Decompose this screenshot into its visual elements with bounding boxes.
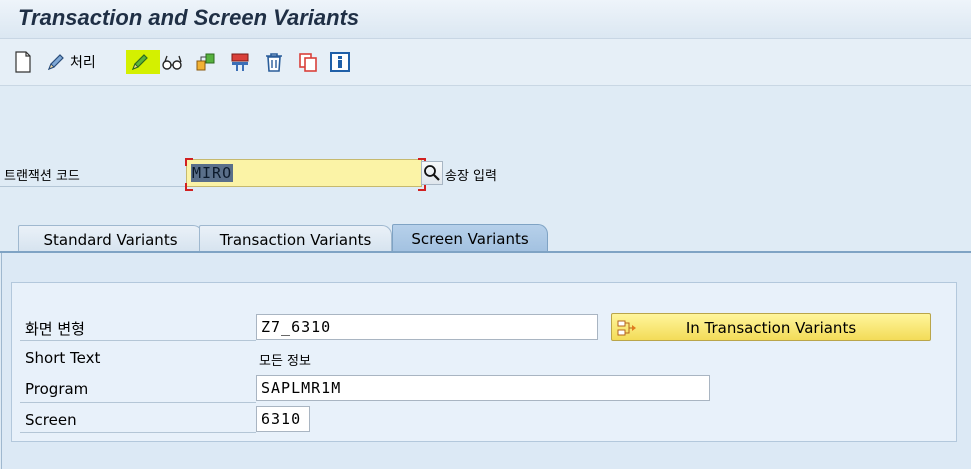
screen-label: Screen xyxy=(25,411,77,429)
tab-screen-variants[interactable]: Screen Variants xyxy=(392,224,548,253)
transaction-code-label: 트랜잭션 코드 xyxy=(4,169,80,184)
copy-icon xyxy=(297,51,319,73)
new-document-icon xyxy=(14,51,32,73)
display-glasses-icon xyxy=(161,52,185,72)
search-icon xyxy=(422,165,442,188)
display-button[interactable] xyxy=(161,50,185,74)
new-button[interactable] xyxy=(14,50,32,74)
transport-button[interactable] xyxy=(229,50,251,74)
screen-number-input[interactable]: 6310 xyxy=(256,406,310,432)
screen-variant-input[interactable]: Z7_6310 xyxy=(256,314,598,340)
delete-button[interactable] xyxy=(263,50,285,74)
program-input[interactable]: SAPLMR1M xyxy=(256,375,710,401)
program-label: Program xyxy=(25,380,89,398)
in-transaction-variants-label: In Transaction Variants xyxy=(685,319,857,337)
transaction-code-input[interactable]: MIRO xyxy=(186,159,422,187)
focus-corner xyxy=(185,183,193,191)
value-help-button[interactable] xyxy=(421,161,443,185)
info-button[interactable] xyxy=(329,50,351,74)
focus-corner xyxy=(185,158,193,166)
tab-transaction-variants[interactable]: Transaction Variants xyxy=(199,225,392,252)
application-toolbar: 처리 xyxy=(0,39,971,86)
process-button-label: 처리 xyxy=(70,55,96,71)
screen-variant-group xyxy=(11,282,957,442)
tab-standard-variants[interactable]: Standard Variants xyxy=(18,225,203,252)
change-button[interactable] xyxy=(130,50,150,74)
object-button[interactable] xyxy=(195,50,217,74)
info-icon xyxy=(329,51,351,73)
label-underline xyxy=(20,402,256,403)
pencil-icon xyxy=(46,52,66,72)
process-button[interactable]: 처리 xyxy=(46,50,96,74)
short-text-label: Short Text xyxy=(25,349,101,367)
label-underline xyxy=(20,340,256,341)
transaction-description: 송장 입력 xyxy=(445,169,497,184)
short-text-value: 모든 정보 xyxy=(259,354,311,369)
in-transaction-variants-button[interactable]: In Transaction Variants xyxy=(611,313,931,341)
window-title: Transaction and Screen Variants xyxy=(18,5,360,30)
transport-icon xyxy=(229,51,251,73)
title-bar: Transaction and Screen Variants xyxy=(0,0,971,39)
trash-icon xyxy=(263,51,285,73)
change-pencil-icon xyxy=(130,52,150,72)
screen-variant-label: 화면 변형 xyxy=(25,320,85,338)
label-underline xyxy=(20,432,256,433)
object-icon xyxy=(195,51,217,73)
label-underline xyxy=(0,186,186,187)
transaction-code-value: MIRO xyxy=(191,164,234,182)
copy-button[interactable] xyxy=(297,50,319,74)
